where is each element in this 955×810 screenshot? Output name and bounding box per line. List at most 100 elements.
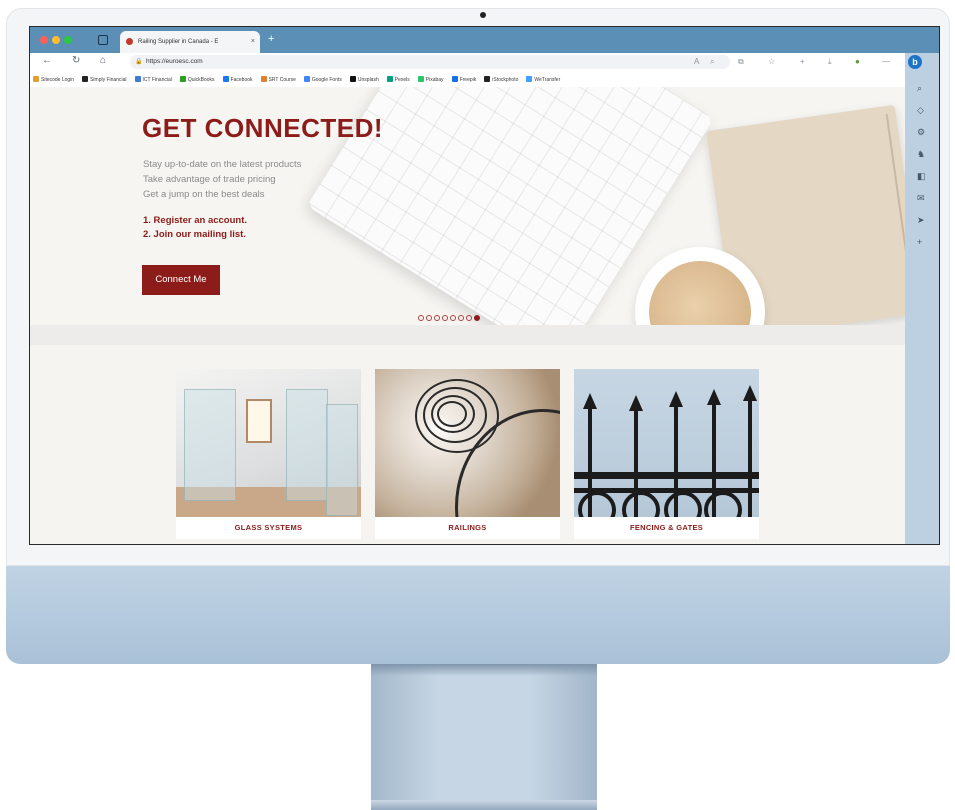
address-bar[interactable]: 🔒 https://euroesc.com bbox=[130, 55, 730, 69]
address-text: https://euroesc.com bbox=[146, 58, 203, 65]
read-aloud-icon[interactable]: A bbox=[694, 57, 699, 66]
hero-banner: GET CONNECTED! Stay up-to-date on the la… bbox=[30, 87, 905, 325]
more-icon[interactable]: — bbox=[882, 57, 890, 66]
zoom-icon[interactable]: ⌕ bbox=[710, 57, 714, 67]
category-label[interactable]: RAILINGS bbox=[375, 523, 560, 532]
hero-title: GET CONNECTED! bbox=[142, 113, 383, 143]
games-icon[interactable]: ♞ bbox=[917, 149, 925, 160]
carousel-dot[interactable] bbox=[418, 315, 424, 321]
carousel-dot[interactable] bbox=[474, 315, 480, 321]
bookmark-icon bbox=[134, 76, 141, 82]
back-icon[interactable]: ← bbox=[42, 55, 52, 66]
refresh-icon[interactable]: ↻ bbox=[72, 55, 80, 66]
home-icon[interactable]: ⌂ bbox=[100, 55, 106, 66]
tab-close-icon[interactable]: × bbox=[251, 38, 255, 45]
extensions-icon[interactable]: ⧉ bbox=[738, 57, 744, 67]
carousel-dot[interactable] bbox=[466, 315, 472, 321]
tools-icon[interactable]: ⚙ bbox=[917, 127, 925, 138]
fencing-gates-image bbox=[574, 369, 759, 517]
bookmark-icon bbox=[303, 76, 310, 82]
bookmark-icon bbox=[82, 76, 89, 82]
new-tab-button[interactable]: + bbox=[268, 33, 274, 45]
connect-me-button[interactable]: Connect Me bbox=[142, 265, 220, 295]
shopping-icon[interactable]: ◇ bbox=[917, 105, 924, 116]
add-icon[interactable]: + bbox=[917, 237, 922, 247]
minimize-window-button[interactable] bbox=[52, 36, 60, 44]
bookmark-icon bbox=[451, 76, 458, 82]
bookmark-icon bbox=[484, 76, 491, 82]
carousel-dot[interactable] bbox=[442, 315, 448, 321]
profile-icon[interactable]: ● bbox=[855, 57, 860, 66]
bookmark-item[interactable]: Pexels bbox=[386, 76, 410, 83]
downloads-icon[interactable]: ⤓ bbox=[828, 57, 832, 67]
outlook-icon[interactable]: ✉ bbox=[917, 193, 925, 204]
bookmark-icon bbox=[386, 76, 393, 82]
bookmark-icon bbox=[417, 76, 424, 82]
tab-title: Railing Supplier in Canada - E bbox=[138, 39, 219, 45]
bookmark-icon bbox=[349, 76, 356, 82]
category-card-railings[interactable]: RAILINGS bbox=[375, 369, 560, 539]
glass-systems-image bbox=[176, 369, 361, 517]
hero-line: Take advantage of trade pricing bbox=[143, 174, 276, 185]
tab-active[interactable]: Railing Supplier in Canada - E × bbox=[120, 31, 260, 53]
category-label[interactable]: GLASS SYSTEMS bbox=[176, 523, 361, 532]
camera-icon bbox=[480, 12, 486, 18]
railings-image bbox=[375, 369, 560, 517]
bookmark-item[interactable]: Simply Financial bbox=[82, 76, 127, 83]
bookmark-label: QuickBooks bbox=[187, 77, 215, 83]
bookmark-icon bbox=[222, 76, 229, 82]
bookmark-item[interactable]: Freepik bbox=[451, 76, 476, 83]
bookmark-item[interactable]: Pixabay bbox=[417, 76, 444, 83]
bookmark-icon bbox=[260, 76, 267, 82]
bookmark-item[interactable]: iStockphoto bbox=[484, 76, 518, 83]
category-card-glass[interactable]: GLASS SYSTEMS bbox=[176, 369, 361, 539]
bookmark-item[interactable]: QuickBooks bbox=[179, 76, 215, 83]
bookmark-item[interactable]: Sitecode Login bbox=[33, 76, 74, 83]
hero-step: 1. Register an account. bbox=[143, 215, 248, 226]
bookmark-label: Sitecode Login bbox=[41, 77, 75, 83]
carousel-dot[interactable] bbox=[426, 315, 432, 321]
bookmark-item[interactable]: Facebook bbox=[222, 76, 253, 83]
bookmark-item[interactable]: Google Fonts bbox=[303, 76, 342, 83]
bookmark-label: WeTransfer bbox=[534, 77, 561, 83]
lock-icon: 🔒 bbox=[135, 59, 143, 65]
carousel-dot[interactable] bbox=[450, 315, 456, 321]
close-window-button[interactable] bbox=[40, 36, 48, 44]
bookmark-icon bbox=[179, 76, 186, 82]
bookmark-icon bbox=[526, 76, 533, 82]
bookmark-item[interactable]: ICT Financial bbox=[134, 76, 172, 83]
bookmark-label: Unsplash bbox=[357, 77, 379, 83]
collections-icon[interactable]: + bbox=[800, 57, 805, 66]
category-card-fencing[interactable]: FENCING & GATES bbox=[574, 369, 759, 539]
screen: Railing Supplier in Canada - E × + ← ↻ ⌂… bbox=[29, 26, 940, 545]
bookmark-label: Simply Financial bbox=[90, 77, 127, 83]
bookmark-item[interactable]: WeTransfer bbox=[526, 76, 560, 83]
imac-chin bbox=[6, 566, 950, 664]
bookmark-icon bbox=[33, 76, 39, 82]
tab-actions-icon[interactable] bbox=[98, 35, 108, 45]
stand-base bbox=[371, 800, 597, 810]
bookmark-label: Facebook bbox=[230, 77, 253, 83]
category-label[interactable]: FENCING & GATES bbox=[574, 523, 759, 532]
bookmark-label: Google Fonts bbox=[311, 77, 342, 83]
carousel-dot[interactable] bbox=[434, 315, 440, 321]
bookmark-label: Pixabay bbox=[425, 77, 444, 83]
bookmark-item[interactable]: SRT Course bbox=[260, 76, 296, 83]
send-icon[interactable]: ➤ bbox=[917, 215, 925, 226]
office-icon[interactable]: ◧ bbox=[917, 171, 926, 182]
stand-shadow bbox=[371, 664, 597, 676]
web-page: GET CONNECTED! Stay up-to-date on the la… bbox=[30, 87, 905, 544]
bing-icon[interactable]: b bbox=[908, 55, 922, 69]
bookmark-label: Pexels bbox=[394, 77, 410, 83]
carousel-dot[interactable] bbox=[458, 315, 464, 321]
section-divider bbox=[30, 325, 905, 345]
search-icon[interactable]: ⌕ bbox=[917, 83, 922, 94]
maximize-window-button[interactable] bbox=[64, 36, 72, 44]
hero-step: 2. Join our mailing list. bbox=[143, 229, 246, 240]
hero-line: Stay up-to-date on the latest products bbox=[143, 159, 302, 170]
bookmark-item[interactable]: Unsplash bbox=[349, 76, 379, 83]
bookmark-label: SRT Course bbox=[268, 77, 296, 83]
bookmark-label: iStockphoto bbox=[492, 77, 519, 83]
hero-line: Get a jump on the best deals bbox=[143, 189, 265, 200]
favorites-icon[interactable]: ☆ bbox=[768, 57, 775, 66]
